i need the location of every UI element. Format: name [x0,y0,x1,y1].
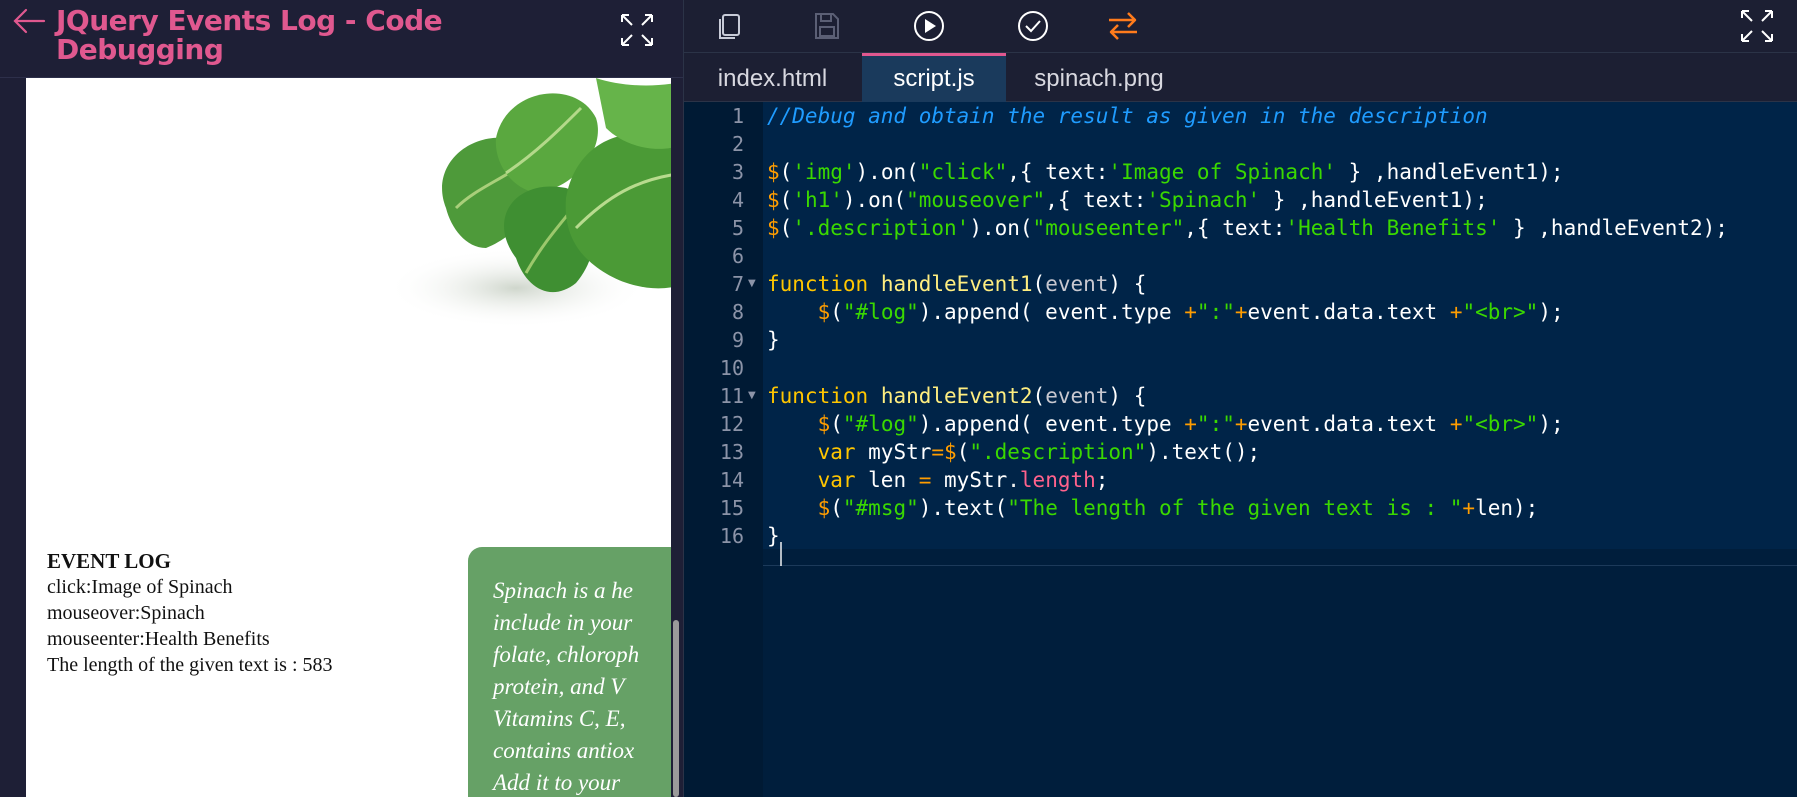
back-arrow-icon[interactable] [12,6,46,36]
check-icon[interactable] [1015,8,1051,44]
event-log-line: mouseenter:Health Benefits [47,628,270,650]
code-line[interactable]: $("#msg").text("The length of the given … [767,494,1539,522]
code-line[interactable]: var len = myStr.length; [767,466,1109,494]
text-caret [780,542,782,566]
description-line: Vitamins C, E, [493,706,626,731]
preview-pane: JQuery Events Log - Code Debugging EVENT… [0,0,683,797]
code-line[interactable]: $('.description').on("mouseenter",{ text… [767,214,1728,242]
copy-icon[interactable] [712,8,748,44]
spinach-image[interactable] [366,78,671,368]
description-text: Spinach is a he include in your folate, … [493,575,671,797]
line-number: 11 [719,384,744,408]
event-log-heading: EVENT LOG [47,549,171,573]
length-message: The length of the given text is : 583 [47,654,333,676]
line-number: 8 [731,300,744,324]
description-line: Spinach is a he [493,578,633,603]
line-number: 5 [731,216,744,240]
code-line[interactable]: $('img').on("click",{ text:'Image of Spi… [767,158,1564,186]
code-line[interactable]: $("#log").append( event.type +":"+event.… [767,410,1564,438]
fold-arrow-icon[interactable]: ▼ [748,278,756,289]
code-line[interactable]: //Debug and obtain the result as given i… [767,102,1488,130]
code-editor[interactable]: 1 2 3 4 5 6 7 8 9 10 11 12 13 14 15 16 ▼… [684,102,1797,797]
line-number: 13 [719,440,744,464]
output-preview: EVENT LOG click:Image of Spinach mouseov… [26,78,671,797]
lesson-header: JQuery Events Log - Code Debugging [0,0,683,78]
run-icon[interactable] [911,8,947,44]
line-number: 3 [731,160,744,184]
line-number: 14 [719,468,744,492]
fold-arrow-icon[interactable]: ▼ [748,390,756,401]
line-number: 9 [731,328,744,352]
line-number: 1 [731,104,744,128]
code-line[interactable]: $("#log").append( event.type +":"+event.… [767,298,1564,326]
file-tabs: index.html script.js spinach.png [684,53,1797,102]
expand-icon[interactable] [619,12,655,48]
swap-icon[interactable] [1105,8,1141,44]
tab-spinach-png[interactable]: spinach.png [1006,53,1192,102]
tab-script-js[interactable]: script.js [862,53,1006,102]
line-number: 15 [719,496,744,520]
code-line[interactable]: $('h1').on("mouseover",{ text:'Spinach' … [767,186,1488,214]
active-line-highlight [763,538,1797,566]
description-line: contains antiox [493,738,635,763]
description-line: include in your [493,610,633,635]
code-line[interactable]: var myStr=$(".description").text(); [767,438,1261,466]
line-number: 12 [719,412,744,436]
line-number: 7 [731,272,744,296]
tab-index-html[interactable]: index.html [684,53,861,102]
save-icon[interactable] [808,8,844,44]
description-line: folate, chloroph [493,642,640,667]
code-line[interactable]: } [767,326,780,354]
lesson-title: JQuery Events Log - Code Debugging [56,4,443,66]
code-line[interactable]: function handleEvent1(event) { [767,270,1146,298]
description-box[interactable]: Spinach is a he include in your folate, … [468,547,671,797]
description-line: protein, and V [493,674,625,699]
line-number: 4 [731,188,744,212]
event-log-line: click:Image of Spinach [47,576,233,598]
line-number: 10 [719,356,744,380]
code-line[interactable]: } [767,522,780,550]
preview-scrollbar-thumb[interactable] [673,620,679,797]
event-log: EVENT LOG click:Image of Spinach mouseov… [47,548,387,678]
code-line[interactable]: function handleEvent2(event) { [767,382,1146,410]
code-editor-pane: index.html script.js spinach.png 1 2 3 4… [683,0,1797,797]
description-line: Add it to your [493,770,621,795]
editor-toolbar [684,0,1797,53]
line-number: 6 [731,244,744,268]
line-number: 16 [719,524,744,548]
event-log-line: mouseover:Spinach [47,602,205,624]
expand-icon[interactable] [1739,8,1775,44]
line-number: 2 [731,132,744,156]
line-number-gutter: 1 2 3 4 5 6 7 8 9 10 11 12 13 14 15 16 ▼… [684,102,763,797]
